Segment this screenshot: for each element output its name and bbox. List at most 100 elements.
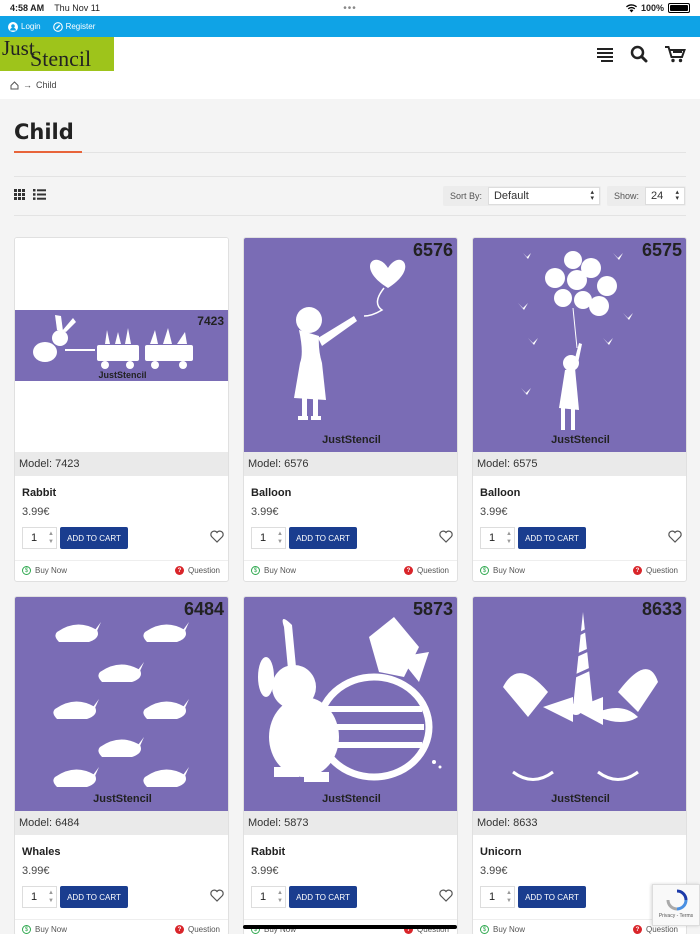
question-link[interactable]: ? Question: [632, 566, 678, 575]
quantity-input[interactable]: 1 ▲ ▼: [251, 527, 286, 549]
menu-icon[interactable]: [596, 46, 614, 62]
quantity-stepper-icon[interactable]: ▲ ▼: [506, 889, 512, 905]
show-select[interactable]: 24 ▴ ▾: [645, 187, 685, 205]
quantity-stepper-icon[interactable]: ▲ ▼: [48, 889, 54, 905]
product-image[interactable]: 5873 JustStencil: [244, 597, 457, 811]
home-indicator: [243, 925, 457, 929]
quantity-stepper-icon[interactable]: ▲ ▼: [277, 530, 283, 546]
register-link[interactable]: Register: [52, 21, 95, 32]
product-image[interactable]: 7423 JustStencil: [15, 238, 228, 452]
quantity-value: 1: [31, 891, 38, 903]
product-name[interactable]: Whales: [22, 846, 61, 858]
list-view-icon[interactable]: [33, 189, 46, 200]
wishlist-heart-icon[interactable]: [210, 530, 224, 543]
add-to-cart-button[interactable]: ADD TO CART: [289, 886, 357, 908]
product-name[interactable]: Rabbit: [251, 846, 285, 858]
buy-now-link[interactable]: $ Buy Now: [22, 566, 67, 575]
product-card[interactable]: 6484 JustStencil Model: 6484 Whales 3.99…: [14, 596, 229, 934]
user-icon: [8, 21, 18, 32]
question-link[interactable]: ? Question: [403, 566, 449, 575]
sort-controls: Sort By: Default ▴ ▾ Show: 24 ▴ ▾: [442, 186, 686, 206]
product-image[interactable]: 6575 JustStencil: [473, 238, 686, 452]
product-card[interactable]: 6576 JustStencil Model: 6576 Balloon 3.9…: [243, 237, 458, 582]
product-image[interactable]: 6576 JustStencil: [244, 238, 457, 452]
add-to-cart-button[interactable]: ADD TO CART: [518, 886, 586, 908]
quantity-input[interactable]: 1 ▲ ▼: [22, 527, 57, 549]
product-price: 3.99€: [22, 506, 50, 518]
dollar-icon: $: [22, 566, 31, 575]
quantity-input[interactable]: 1 ▲ ▼: [480, 527, 515, 549]
product-name[interactable]: Unicorn: [480, 846, 522, 858]
sort-select[interactable]: Default ▴ ▾: [487, 187, 600, 205]
product-image[interactable]: 8633 JustStencil: [473, 597, 686, 811]
product-name[interactable]: Balloon: [480, 487, 520, 499]
product-card[interactable]: 5873 JustStencil Model: 5873 Rabbit 3.99…: [243, 596, 458, 934]
wishlist-heart-icon[interactable]: [439, 530, 453, 543]
add-to-cart-button[interactable]: ADD TO CART: [289, 527, 357, 549]
product-name[interactable]: Balloon: [251, 487, 291, 499]
wishlist-heart-icon[interactable]: [210, 889, 224, 902]
buy-now-link[interactable]: $ Buy Now: [480, 566, 525, 575]
logo-line2: Stencil: [30, 46, 92, 71]
product-model: Model: 6576: [244, 452, 457, 476]
product-name[interactable]: Rabbit: [22, 487, 56, 499]
dollar-icon: $: [22, 925, 31, 934]
question-link[interactable]: ? Question: [632, 925, 678, 934]
stencil-brand: JustStencil: [551, 434, 610, 446]
title-accent-line: [14, 151, 82, 153]
just-stencil-logo[interactable]: Just Stencil: [0, 37, 114, 71]
buy-now-link[interactable]: $ Buy Now: [480, 925, 525, 934]
dollar-icon: $: [480, 925, 489, 934]
add-to-cart-button[interactable]: ADD TO CART: [518, 527, 586, 549]
product-card[interactable]: 6575 JustStencil Model: 6575 Balloon 3.9…: [472, 237, 687, 582]
sort-label: Sort By:: [449, 191, 482, 201]
select-arrows-icon: ▴ ▾: [675, 189, 679, 202]
stencil-brand: JustStencil: [322, 793, 381, 805]
add-to-cart-button[interactable]: ADD TO CART: [60, 527, 128, 549]
add-to-cart-button[interactable]: ADD TO CART: [60, 886, 128, 908]
product-card[interactable]: 7423 JustStencil Model: 7423 Rabbit 3.99…: [14, 237, 229, 582]
login-link[interactable]: Login: [8, 21, 41, 32]
sort-value: Default: [493, 190, 529, 202]
product-model: Model: 8633: [473, 811, 686, 835]
quantity-input[interactable]: 1 ▲ ▼: [251, 886, 286, 908]
search-icon[interactable]: [630, 45, 648, 63]
product-image[interactable]: 6484 JustStencil: [15, 597, 228, 811]
product-model: Model: 7423: [15, 452, 228, 476]
quantity-input[interactable]: 1 ▲ ▼: [22, 886, 57, 908]
account-bar: Login Register: [0, 16, 700, 37]
quantity-stepper-icon[interactable]: ▲ ▼: [277, 889, 283, 905]
wishlist-heart-icon[interactable]: [668, 530, 682, 543]
wifi-icon: [625, 3, 637, 13]
battery-icon: [668, 3, 690, 13]
buy-now-link[interactable]: $ Buy Now: [22, 925, 67, 934]
stencil-code: 6484: [183, 599, 224, 619]
question-label: Question: [416, 566, 449, 575]
question-label: Question: [645, 925, 678, 934]
product-price: 3.99€: [251, 865, 279, 877]
login-label: Login: [21, 22, 41, 31]
question-link[interactable]: ? Question: [174, 925, 220, 934]
quantity-input[interactable]: 1 ▲ ▼: [480, 886, 515, 908]
quantity-stepper-icon[interactable]: ▲ ▼: [48, 530, 54, 546]
buy-now-link[interactable]: $ Buy Now: [251, 566, 296, 575]
wishlist-heart-icon[interactable]: [439, 889, 453, 902]
home-icon[interactable]: [10, 80, 19, 90]
grid-view-icon[interactable]: [14, 189, 25, 200]
buy-now-label: Buy Now: [493, 566, 526, 575]
stencil-brand: JustStencil: [98, 370, 147, 380]
stencil-code: 7423: [197, 314, 224, 328]
breadcrumb-current[interactable]: Child: [36, 80, 57, 90]
question-label: Question: [645, 566, 678, 575]
title-divider: [14, 152, 686, 153]
question-link[interactable]: ? Question: [174, 566, 220, 575]
question-label: Question: [187, 925, 220, 934]
question-icon: ?: [632, 566, 642, 575]
cart-icon[interactable]: [664, 45, 686, 63]
recaptcha-badge[interactable]: Privacy - Terms: [652, 884, 700, 926]
quantity-stepper-icon[interactable]: ▲ ▼: [506, 530, 512, 546]
status-time: 4:58 AM: [10, 3, 45, 13]
stencil-brand: JustStencil: [322, 434, 381, 446]
multitask-dots-icon[interactable]: •••: [343, 3, 357, 14]
show-value: 24: [651, 190, 664, 202]
